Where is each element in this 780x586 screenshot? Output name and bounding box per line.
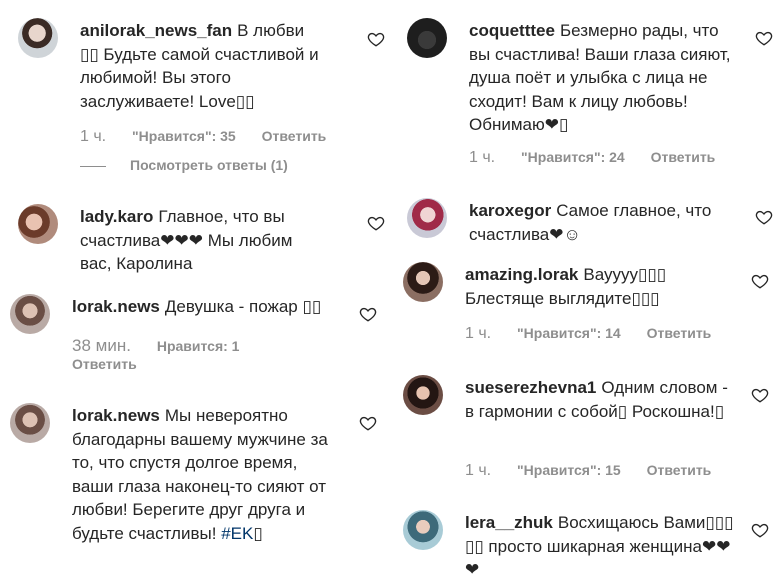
timestamp: 1 ч. bbox=[80, 128, 107, 145]
timestamp: 38 мин. bbox=[72, 336, 131, 355]
username[interactable]: lorak.news bbox=[72, 406, 160, 425]
heart-outline-icon[interactable] bbox=[359, 305, 377, 323]
comment-text: sueserezhevna1 Одним словом - в гармонии … bbox=[465, 376, 740, 423]
comment-meta-reply: Ответить bbox=[72, 356, 137, 372]
reply-button[interactable]: Ответить bbox=[262, 128, 327, 144]
username[interactable]: lorak.news bbox=[72, 297, 160, 316]
heart-outline-icon[interactable] bbox=[751, 272, 769, 290]
avatar[interactable] bbox=[18, 204, 58, 244]
heart-outline-icon[interactable] bbox=[367, 214, 385, 232]
comment-text: lorak.news Девушка - пожар ▯▯ bbox=[72, 295, 332, 319]
comment-coquetttee: coquetttee Безмерно рады, что вы счастлив… bbox=[407, 18, 777, 178]
timestamp: 1 ч. bbox=[465, 325, 492, 342]
avatar[interactable] bbox=[407, 198, 447, 238]
heart-outline-icon[interactable] bbox=[367, 30, 385, 48]
likes-count[interactable]: "Нравится": 35 bbox=[132, 128, 236, 144]
username[interactable]: karoxegor bbox=[469, 201, 551, 220]
hashtag-link[interactable]: #EK bbox=[221, 524, 253, 543]
reply-button[interactable]: Ответить bbox=[647, 325, 712, 341]
avatar[interactable] bbox=[403, 375, 443, 415]
comment-text: karoxegor Самое главное, что счастлива❤☺ bbox=[469, 199, 739, 246]
comment-karoxegor: karoxegor Самое главное, что счастлива❤☺ bbox=[407, 198, 777, 248]
reply-button[interactable]: Ответить bbox=[72, 356, 137, 372]
avatar[interactable] bbox=[407, 18, 447, 58]
comment-text: lera__zhuk Восхищаюсь Вами▯▯▯ ▯▯ просто ш… bbox=[465, 511, 745, 582]
comment-lorak-news-2: lorak.news Мы невероятно благодарны вашем… bbox=[10, 403, 390, 543]
heart-outline-icon[interactable] bbox=[359, 414, 377, 432]
username[interactable]: anilorak_news_fan bbox=[80, 21, 232, 40]
heart-outline-icon[interactable] bbox=[751, 521, 769, 539]
comment-text: anilorak_news_fan В любви ▯▯ Будьте самой… bbox=[80, 19, 320, 113]
avatar[interactable] bbox=[403, 510, 443, 550]
comment-lady-karo: lady.karo Главное, что вы счастлива❤❤❤ Мы… bbox=[18, 204, 398, 274]
comment-text: lady.karo Главное, что вы счастлива❤❤❤ Мы… bbox=[80, 205, 320, 276]
comment-meta: 1 ч. "Нравится": 14 Ответить bbox=[465, 325, 711, 343]
heart-outline-icon[interactable] bbox=[751, 386, 769, 404]
divider bbox=[80, 165, 106, 167]
comment-body: Девушка - пожар ▯▯ bbox=[164, 297, 322, 316]
view-replies-label: Посмотреть ответы (1) bbox=[130, 157, 288, 173]
likes-count[interactable]: "Нравится": 24 bbox=[521, 149, 625, 165]
comment-body: Мы невероятно благодарны вашему мужчине … bbox=[72, 406, 328, 543]
likes-count[interactable]: "Нравится": 14 bbox=[517, 325, 621, 341]
comment-meta: 1 ч. "Нравится": 15 Ответить bbox=[465, 462, 711, 480]
likes-count[interactable]: "Нравится": 15 bbox=[517, 462, 621, 478]
comment-meta: 1 ч. "Нравится": 35 Ответить bbox=[80, 128, 326, 146]
avatar[interactable] bbox=[10, 403, 50, 443]
timestamp: 1 ч. bbox=[465, 462, 492, 479]
comment-sueserezhevna1: sueserezhevna1 Одним словом - в гармонии … bbox=[403, 375, 777, 485]
comment-meta: 38 мин. Нравится: 1 bbox=[72, 336, 261, 356]
comment-meta: 1 ч. "Нравится": 24 Ответить bbox=[469, 149, 715, 167]
avatar[interactable] bbox=[18, 18, 58, 58]
avatar[interactable] bbox=[10, 294, 50, 334]
comment-lera-zhuk: lera__zhuk Восхищаюсь Вами▯▯▯ ▯▯ просто ш… bbox=[403, 510, 777, 586]
username[interactable]: amazing.lorak bbox=[465, 265, 578, 284]
comment-text: coquetttee Безмерно рады, что вы счастлив… bbox=[469, 19, 744, 137]
comment-text: lorak.news Мы невероятно благодарны вашем… bbox=[72, 404, 340, 545]
username[interactable]: coquetttee bbox=[469, 21, 555, 40]
likes-count[interactable]: Нравится: 1 bbox=[157, 338, 240, 354]
comment-lorak-news-1: lorak.news Девушка - пожар ▯▯ 38 мин. Нра… bbox=[10, 294, 390, 374]
view-replies-link[interactable]: Посмотреть ответы (1) bbox=[80, 157, 288, 173]
avatar[interactable] bbox=[403, 262, 443, 302]
username[interactable]: sueserezhevna1 bbox=[465, 378, 596, 397]
comment-text: amazing.lorak Вауууу▯▯▯ Блестяще выглядит… bbox=[465, 263, 745, 310]
heart-outline-icon[interactable] bbox=[755, 208, 773, 226]
username[interactable]: lera__zhuk bbox=[465, 513, 553, 532]
comment-tail: ▯ bbox=[253, 523, 263, 543]
heart-outline-icon[interactable] bbox=[755, 29, 773, 47]
reply-button[interactable]: Ответить bbox=[651, 149, 716, 165]
username[interactable]: lady.karo bbox=[80, 207, 153, 226]
reply-button[interactable]: Ответить bbox=[647, 462, 712, 478]
comment-amazing-lorak: amazing.lorak Вауууу▯▯▯ Блестяще выглядит… bbox=[403, 262, 777, 352]
comment-anilorak-news-fan: anilorak_news_fan В любви ▯▯ Будьте самой… bbox=[18, 18, 398, 178]
timestamp: 1 ч. bbox=[469, 149, 496, 166]
